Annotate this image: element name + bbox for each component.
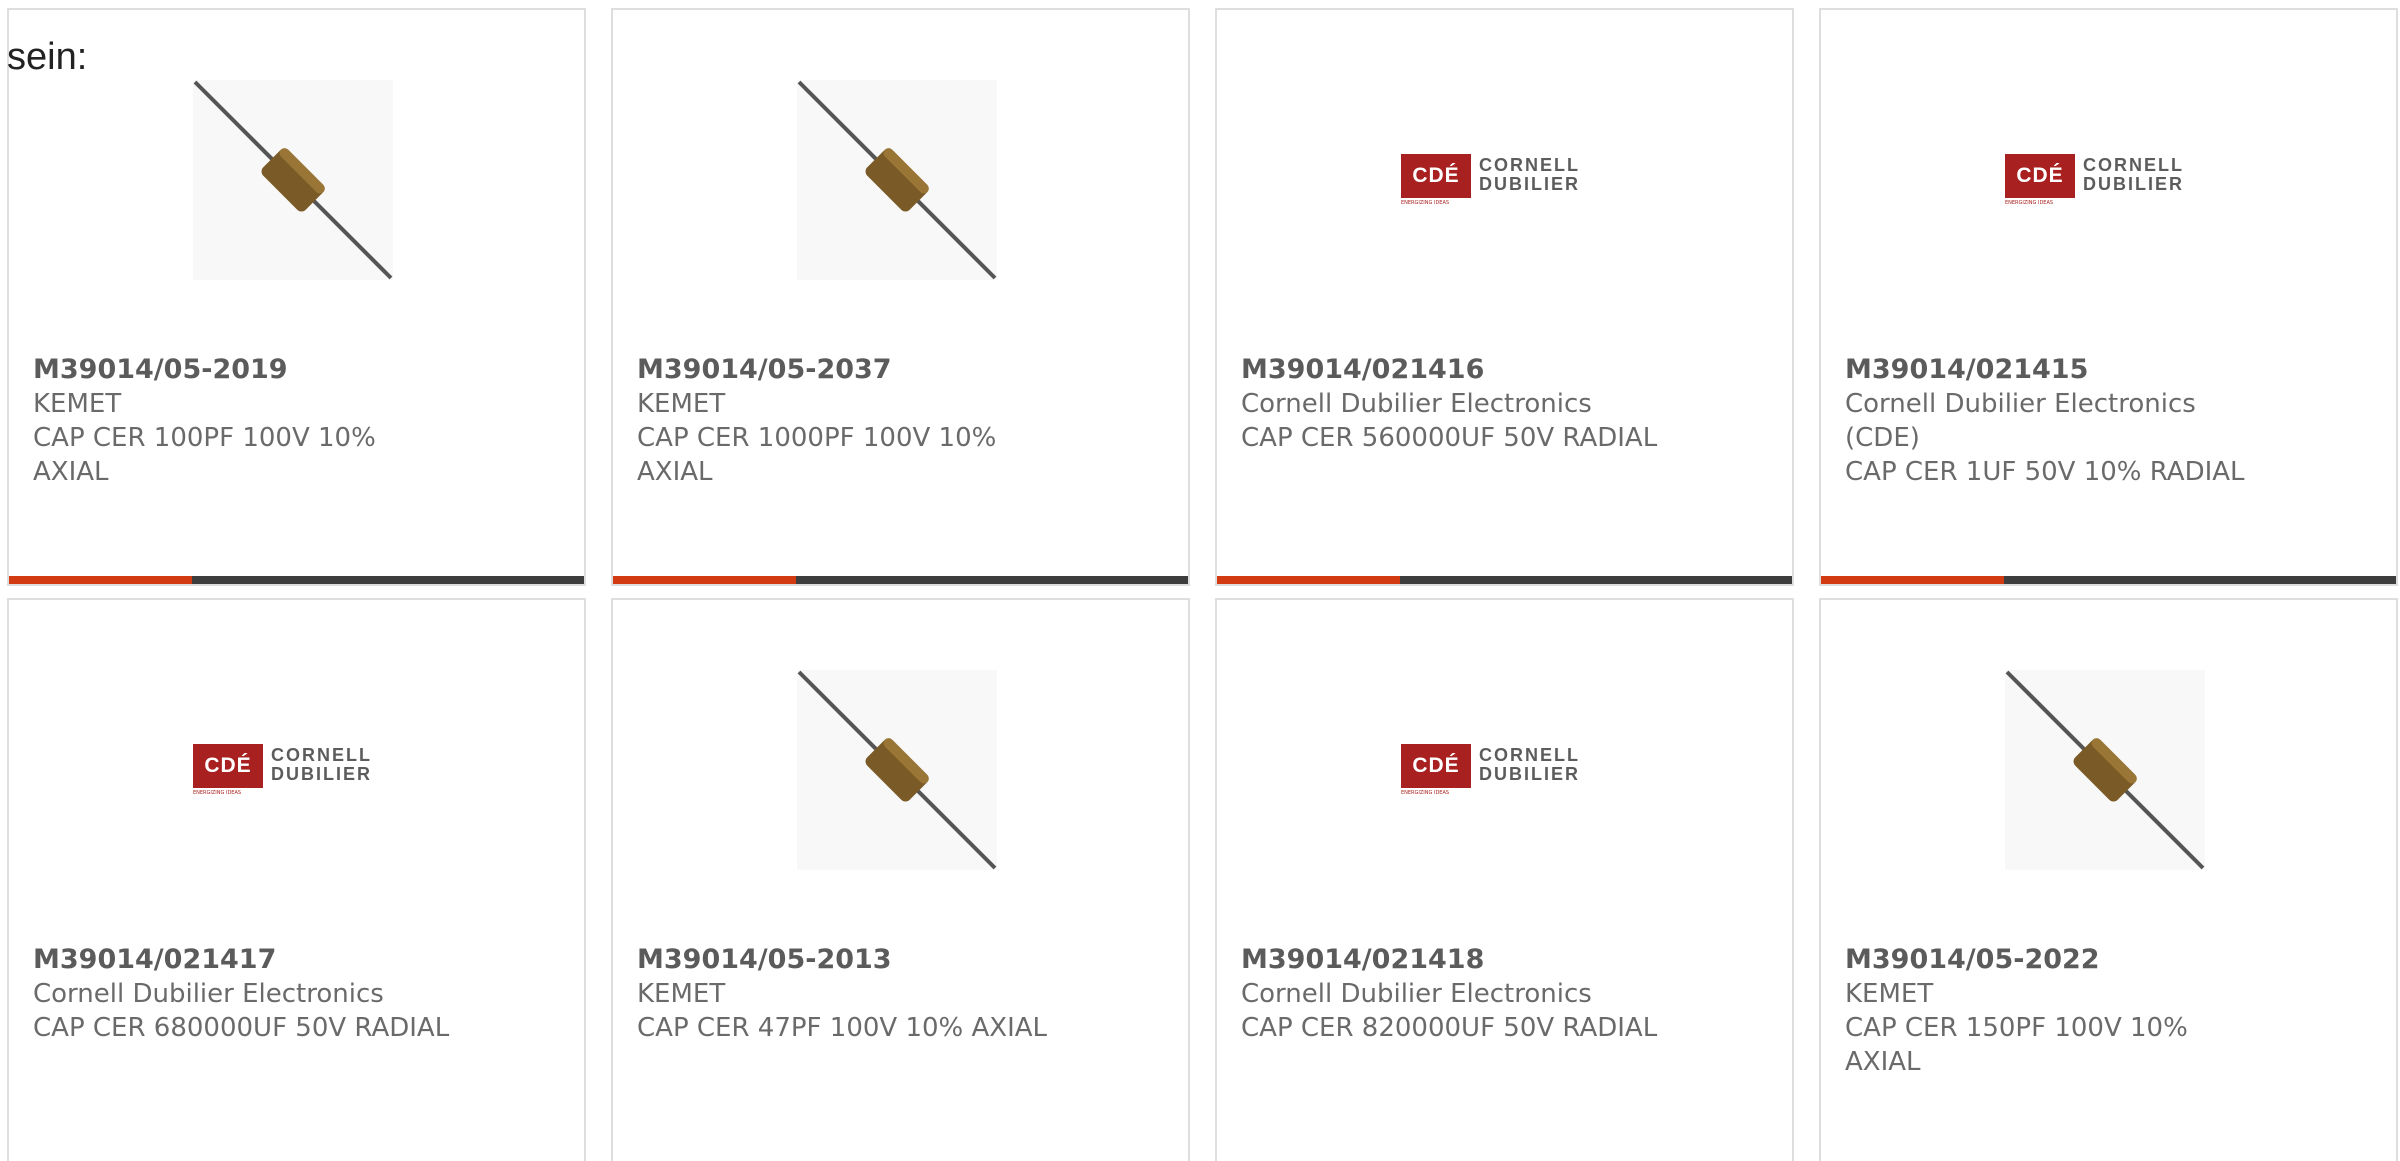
cde-logo-line1: CORNELL (1479, 155, 1580, 175)
product-card[interactable]: CDÉ ENERGIZING IDEAS CORNELL DUBILIER M3… (1215, 8, 1794, 586)
description: CAP CER 1UF 50V 10% RADIAL (1845, 457, 2245, 487)
card-bottom-bar (1821, 576, 2396, 584)
cde-logo-line1: CORNELL (1479, 745, 1580, 765)
product-info: M39014/05-2022 KEMET CAP CER 150PF 100V … (1845, 943, 2265, 1079)
cde-logo: CDÉ ENERGIZING IDEAS CORNELL DUBILIER (2005, 154, 2205, 206)
card-bottom-bar (9, 576, 584, 584)
product-card[interactable]: M39014/05-2037 KEMET CAP CER 1000PF 100V… (611, 8, 1190, 586)
part-number[interactable]: M39014/05-2022 (1845, 943, 2265, 977)
cde-logo-image[interactable]: CDÉ ENERGIZING IDEAS CORNELL DUBILIER (2005, 80, 2205, 280)
description: CAP CER 820000UF 50V RADIAL (1241, 1013, 1658, 1043)
cde-logo-tagline: ENERGIZING IDEAS (193, 790, 242, 796)
cde-logo-box: CDÉ (2005, 154, 2075, 198)
product-card[interactable]: CDÉ ENERGIZING IDEAS CORNELL DUBILIER M3… (1215, 598, 1794, 1161)
card-bar-accent (1217, 576, 1400, 584)
product-info: M39014/021417 Cornell Dubilier Electroni… (33, 943, 453, 1045)
description: CAP CER 560000UF 50V RADIAL (1241, 423, 1658, 453)
cde-logo-image[interactable]: CDÉ ENERGIZING IDEAS CORNELL DUBILIER (193, 670, 393, 870)
cde-logo-line1: CORNELL (2083, 155, 2184, 175)
part-number[interactable]: M39014/05-2013 (637, 943, 1057, 977)
product-info: M39014/021416 Cornell Dubilier Electroni… (1241, 353, 1661, 455)
cde-logo: CDÉ ENERGIZING IDEAS CORNELL DUBILIER (1401, 744, 1601, 796)
axial-capacitor-image[interactable] (193, 80, 393, 280)
product-card[interactable]: CDÉ ENERGIZING IDEAS CORNELL DUBILIER M3… (1819, 8, 2398, 586)
axial-capacitor-image[interactable] (797, 80, 997, 280)
cde-logo-tagline: ENERGIZING IDEAS (2005, 200, 2054, 206)
part-number[interactable]: M39014/021416 (1241, 353, 1661, 387)
product-info: M39014/021418 Cornell Dubilier Electroni… (1241, 943, 1661, 1045)
description: CAP CER 150PF 100V 10% AXIAL (1845, 1013, 2188, 1077)
product-info: M39014/05-2019 KEMET CAP CER 100PF 100V … (33, 353, 453, 489)
intro-text: sein: (7, 36, 88, 78)
product-card[interactable]: CDÉ ENERGIZING IDEAS CORNELL DUBILIER M3… (7, 598, 586, 1161)
description: CAP CER 47PF 100V 10% AXIAL (637, 1013, 1048, 1043)
product-grid: M39014/05-2019 KEMET CAP CER 100PF 100V … (7, 8, 2400, 1161)
manufacturer: Cornell Dubilier Electronics (33, 979, 384, 1009)
cde-logo: CDÉ ENERGIZING IDEAS CORNELL DUBILIER (1401, 154, 1601, 206)
part-number[interactable]: M39014/021418 (1241, 943, 1661, 977)
manufacturer: Cornell Dubilier Electronics (1241, 389, 1592, 419)
cde-logo-box: CDÉ (1401, 154, 1471, 198)
description: CAP CER 1000PF 100V 10% AXIAL (637, 423, 997, 487)
cde-logo-line2: DUBILIER (2083, 174, 2184, 194)
description: CAP CER 100PF 100V 10% AXIAL (33, 423, 376, 487)
product-card[interactable]: M39014/05-2022 KEMET CAP CER 150PF 100V … (1819, 598, 2398, 1161)
product-card[interactable]: M39014/05-2019 KEMET CAP CER 100PF 100V … (7, 8, 586, 586)
product-info: M39014/05-2037 KEMET CAP CER 1000PF 100V… (637, 353, 1037, 489)
card-bar-accent (9, 576, 192, 584)
product-card[interactable]: M39014/05-2013 KEMET CAP CER 47PF 100V 1… (611, 598, 1190, 1161)
axial-capacitor-image[interactable] (797, 670, 997, 870)
cde-logo-line2: DUBILIER (1479, 174, 1580, 194)
cde-logo-box: CDÉ (1401, 744, 1471, 788)
product-info: M39014/021415 Cornell Dubilier Electroni… (1845, 353, 2265, 489)
manufacturer: KEMET (1845, 979, 1934, 1009)
manufacturer: KEMET (637, 979, 726, 1009)
card-bar-accent (613, 576, 796, 584)
part-number[interactable]: M39014/021417 (33, 943, 453, 977)
manufacturer: KEMET (637, 389, 726, 419)
product-info: M39014/05-2013 KEMET CAP CER 47PF 100V 1… (637, 943, 1057, 1045)
cde-logo-box: CDÉ (193, 744, 263, 788)
cde-logo: CDÉ ENERGIZING IDEAS CORNELL DUBILIER (193, 744, 393, 796)
cde-logo-line2: DUBILIER (1479, 764, 1580, 784)
cde-logo-tagline: ENERGIZING IDEAS (1401, 790, 1450, 796)
manufacturer: Cornell Dubilier Electronics (1241, 979, 1592, 1009)
cde-logo-tagline: ENERGIZING IDEAS (1401, 200, 1450, 206)
cde-logo-image[interactable]: CDÉ ENERGIZING IDEAS CORNELL DUBILIER (1401, 670, 1601, 870)
part-number[interactable]: M39014/05-2037 (637, 353, 1037, 387)
card-bottom-bar (613, 576, 1188, 584)
cde-logo-line2: DUBILIER (271, 764, 372, 784)
manufacturer: Cornell Dubilier Electronics (CDE) (1845, 389, 2196, 453)
page: sein: M39014/05-2019 KEMET CAP CER 100PF… (0, 0, 2400, 1161)
card-bar-accent (1821, 576, 2004, 584)
part-number[interactable]: M39014/05-2019 (33, 353, 453, 387)
cde-logo-image[interactable]: CDÉ ENERGIZING IDEAS CORNELL DUBILIER (1401, 80, 1601, 280)
card-bottom-bar (1217, 576, 1792, 584)
part-number[interactable]: M39014/021415 (1845, 353, 2265, 387)
description: CAP CER 680000UF 50V RADIAL (33, 1013, 450, 1043)
manufacturer: KEMET (33, 389, 122, 419)
cde-logo-line1: CORNELL (271, 745, 372, 765)
axial-capacitor-image[interactable] (2005, 670, 2205, 870)
